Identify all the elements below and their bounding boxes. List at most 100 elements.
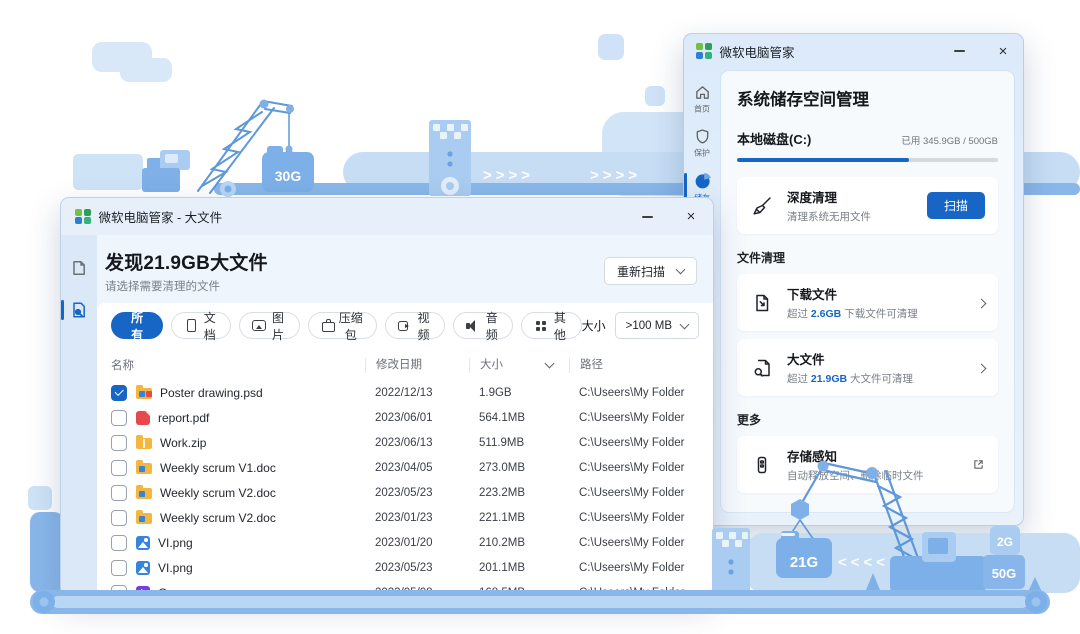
filter-tab[interactable]: 所有 [111, 312, 163, 339]
file-search-icon [70, 301, 88, 319]
minimize-button[interactable] [951, 43, 967, 59]
storage-page: 系统储存空间管理 本地磁盘(C:) 已用 345.9GB / 500GB 深度清… [721, 71, 1014, 512]
filter-tab-label: 音频 [483, 309, 500, 343]
file-size: 210.2MB [469, 537, 569, 549]
filter-tab[interactable]: 其他 [521, 312, 581, 339]
file-name: Work.zip [160, 436, 365, 450]
weight-label-30g: 30G [275, 168, 302, 184]
filter-tab-label: 图片 [269, 309, 286, 343]
filter-tab[interactable]: 文档 [171, 312, 231, 339]
scan-button[interactable]: 扫描 [927, 192, 985, 219]
shield-icon [694, 128, 711, 145]
file-checkbox[interactable] [111, 560, 127, 576]
close-icon: × [687, 209, 696, 224]
storage-sense-title: 存储感知 [787, 446, 924, 465]
chevron-down-icon [680, 319, 690, 329]
file-name: VI.png [158, 536, 365, 550]
main-sidebar [61, 235, 97, 595]
close-icon: × [999, 44, 1008, 59]
file-type-icon [136, 561, 150, 575]
file-checkbox[interactable] [111, 510, 127, 526]
page-title: 发现21.9GB大文件 [105, 248, 268, 275]
file-checkbox[interactable] [111, 585, 127, 596]
large-files-card[interactable]: 大文件 超过 21.9GB 大文件可清理 [737, 339, 998, 396]
file-checkbox[interactable] [111, 535, 127, 551]
close-button[interactable]: × [995, 43, 1011, 59]
pcmanager-logo-icon [696, 43, 712, 59]
rescan-button[interactable]: 重新扫描 [604, 257, 697, 285]
column-size[interactable]: 大小 [469, 358, 569, 373]
section-more: 更多 [737, 411, 998, 428]
sidebar-item-protect[interactable]: 保护 [684, 128, 721, 159]
minimize-button[interactable] [639, 209, 655, 225]
filter-tab-icon [184, 319, 195, 332]
file-date: 2023/06/01 [365, 412, 469, 424]
file-name: Poster drawing.psd [160, 386, 365, 400]
filter-tab-label: 压缩包 [338, 309, 364, 343]
filter-tab-icon [466, 319, 477, 332]
file-name: Group.mov [158, 586, 365, 596]
filter-tabs: 所有 文档 图片 [111, 312, 582, 339]
storage-page-title: 系统储存空间管理 [737, 86, 998, 110]
size-filter-select[interactable]: >100 MB [615, 312, 699, 339]
file-path: C:\Useers\My Folder [569, 437, 699, 449]
rescan-label: 重新扫描 [617, 263, 665, 280]
large-files-window: 微软电脑管家 - 大文件 × 发现21.9G [60, 197, 714, 596]
filter-tab[interactable]: 视频 [385, 312, 445, 339]
file-date: 2023/01/20 [365, 537, 469, 549]
panel-titlebar: 微软电脑管家 × [684, 34, 1023, 68]
large-files-title: 大文件 [787, 349, 913, 368]
file-checkbox[interactable] [111, 410, 127, 426]
sidebar-item-home[interactable]: 首页 [684, 84, 721, 115]
download-files-card[interactable]: 下载文件 超过 2.6GB 下载文件可清理 [737, 274, 998, 331]
file-size: 223.2MB [469, 487, 569, 499]
column-path[interactable]: 路径 [569, 358, 699, 373]
main-window-title: 微软电脑管家 - 大文件 [99, 207, 223, 226]
close-button[interactable]: × [683, 209, 699, 225]
file-type-icon [136, 438, 152, 449]
filter-tab-label: 视频 [415, 309, 432, 343]
file-row[interactable]: Work.zip 2023/06/13 511.9MB C:\Useers\My… [111, 430, 699, 455]
pcmanager-logo-icon [75, 209, 91, 225]
column-date[interactable]: 修改日期 [365, 358, 469, 373]
file-checkbox[interactable] [111, 485, 127, 501]
file-checkbox[interactable] [111, 385, 127, 401]
sort-chevron-icon[interactable] [545, 359, 555, 369]
column-name[interactable]: 名称 [111, 357, 365, 373]
file-size: 221.1MB [469, 512, 569, 524]
file-path: C:\Useers\My Folder [569, 587, 699, 596]
section-file-clean: 文件清理 [737, 249, 998, 266]
sidebar-item-large-files[interactable] [66, 297, 92, 323]
file-row[interactable]: Poster drawing.psd 2022/12/13 1.9GB C:\U… [111, 380, 699, 405]
file-row[interactable]: VI.png 2023/01/20 210.2MB C:\Useers\My F… [111, 530, 699, 555]
file-row[interactable]: VI.png 2023/05/23 201.1MB C:\Useers\My F… [111, 555, 699, 580]
storage-sense-icon [750, 455, 774, 475]
disk-usage: 已用 345.9GB / 500GB [901, 133, 998, 147]
filter-tab[interactable]: 音频 [453, 312, 513, 339]
chevron-down-icon [676, 265, 686, 275]
disk-label: 本地磁盘(C:) [737, 129, 811, 148]
file-row[interactable]: report.pdf 2023/06/01 564.1MB C:\Useers\… [111, 405, 699, 430]
size-filter-label: 大小 [582, 317, 606, 334]
filter-tab[interactable]: 图片 [239, 312, 299, 339]
chevron-right-icon [978, 294, 985, 312]
file-checkbox[interactable] [111, 460, 127, 476]
file-row[interactable]: Group.mov 2023/05/08 168.5MB C:\Useers\M… [111, 580, 699, 595]
panel-window-title: 微软电脑管家 [720, 42, 795, 61]
storage-sense-card[interactable]: 存储感知 自动释放空间、删除临时文件 [737, 436, 998, 493]
filter-tab[interactable]: 压缩包 [308, 312, 377, 339]
sidebar-item-download-cleanup[interactable] [66, 255, 92, 281]
storage-pie-icon [694, 172, 712, 190]
file-row[interactable]: Weekly scrum V2.doc 2023/05/23 223.2MB C… [111, 480, 699, 505]
content-header: 发现21.9GB大文件 请选择需要清理的文件 重新扫描 [97, 235, 713, 303]
minimize-icon [954, 50, 965, 52]
file-name: Weekly scrum V2.doc [160, 486, 365, 500]
tower-mid [429, 120, 471, 196]
large-files-subtitle: 超过 21.9GB 大文件可清理 [787, 371, 913, 386]
minimize-icon [642, 216, 653, 218]
file-checkbox[interactable] [111, 435, 127, 451]
file-row[interactable]: Weekly scrum V1.doc 2023/04/05 273.0MB C… [111, 455, 699, 480]
file-row[interactable]: Weekly scrum V2.doc 2023/01/23 221.1MB C… [111, 505, 699, 530]
file-size: 201.1MB [469, 562, 569, 574]
file-date: 2023/05/23 [365, 487, 469, 499]
